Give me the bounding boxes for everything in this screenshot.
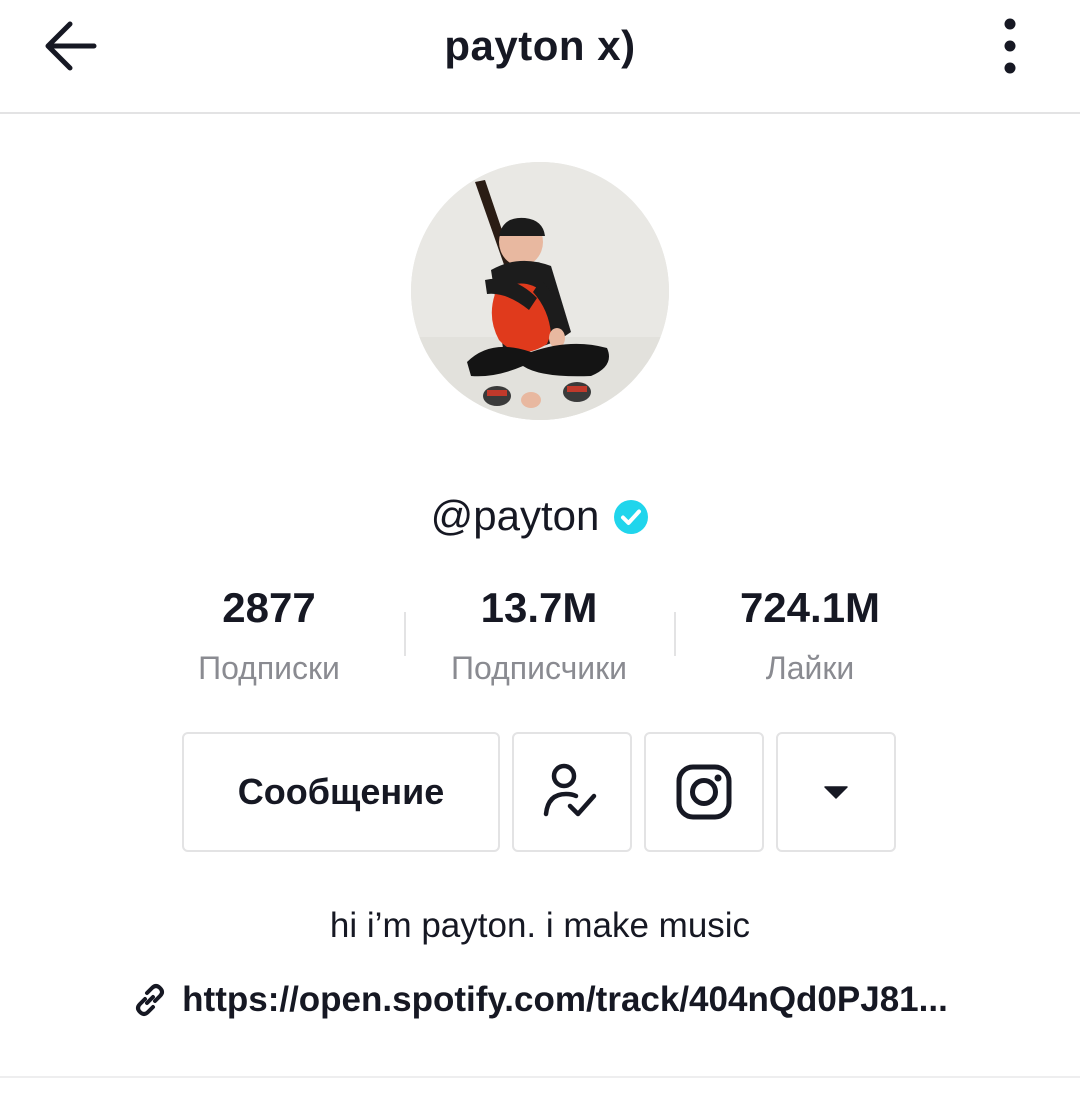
likes-stat[interactable]: 724.1M Лайки — [690, 580, 930, 688]
section-divider — [0, 1076, 1080, 1078]
link-icon — [136, 984, 165, 1016]
instagram-icon — [676, 764, 732, 820]
following-label: Подписки — [198, 650, 340, 686]
page-title: payton x) — [444, 22, 636, 69]
message-button-label: Сообщение — [237, 771, 445, 812]
bio-text: hi i’m payton. i make music — [329, 906, 751, 945]
avatar-photo — [411, 162, 669, 420]
likes-count: 724.1M — [739, 584, 881, 631]
bio-link[interactable]: https://open.spotify.com/track/404nQd0PJ… — [0, 972, 1080, 1028]
message-button[interactable]: Сообщение — [182, 732, 500, 852]
avatar[interactable] — [411, 162, 669, 420]
bio-link-url[interactable]: https://open.spotify.com/track/404nQd0PJ… — [182, 980, 948, 1020]
vertical-dots-icon — [1004, 18, 1016, 74]
stat-divider — [674, 612, 676, 656]
caret-down-icon — [824, 786, 848, 799]
more-actions-dropdown[interactable] — [776, 732, 896, 852]
likes-label: Лайки — [765, 650, 855, 686]
more-options-button[interactable] — [990, 14, 1030, 78]
stat-divider — [404, 612, 406, 656]
followers-label: Подписчики — [450, 650, 628, 686]
username: @payton — [430, 492, 600, 539]
followers-count: 13.7M — [480, 584, 598, 631]
following-stat[interactable]: 2877 Подписки — [149, 580, 389, 688]
following-button[interactable] — [512, 732, 632, 852]
top-bar: payton x) — [0, 0, 1080, 114]
following-count: 2877 — [222, 584, 316, 631]
instagram-button[interactable] — [644, 732, 764, 852]
followers-stat[interactable]: 13.7M Подписчики — [419, 580, 659, 688]
username-row: @payton — [0, 486, 1080, 546]
verified-check-icon — [614, 500, 649, 534]
person-check-icon — [543, 763, 597, 817]
